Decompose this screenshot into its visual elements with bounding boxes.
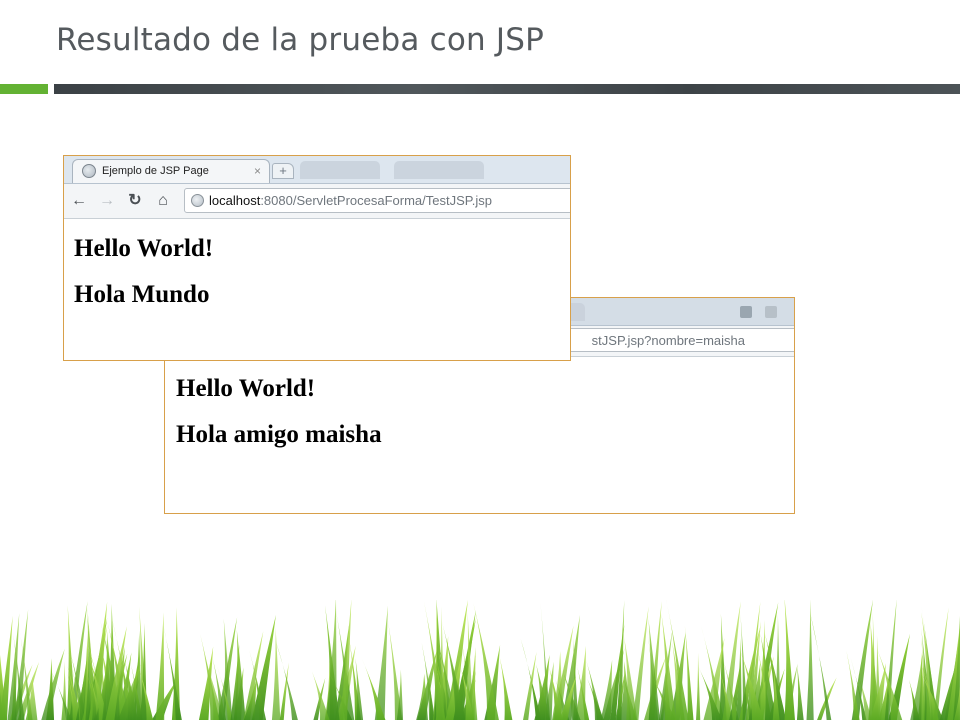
slide-title: Resultado de la prueba con JSP	[56, 22, 545, 58]
heading-hello: Hello World!	[74, 235, 214, 262]
heading-greeting: Hola amigo maisha	[176, 421, 382, 448]
back-arrow-icon[interactable]: ←	[70, 192, 88, 210]
toolbar: ← → ↻ ⌂ localhost:8080/ServletProcesaFor…	[64, 184, 570, 219]
globe-icon	[82, 164, 96, 178]
reload-icon[interactable]: ↻	[126, 192, 144, 210]
close-tab-icon[interactable]: ×	[254, 164, 261, 178]
url-host: localhost	[209, 193, 261, 208]
globe-icon	[191, 194, 204, 207]
background-tab[interactable]	[394, 161, 484, 179]
heading-hello: Hello World!	[176, 375, 316, 402]
new-tab-button[interactable]: +	[272, 163, 294, 179]
extension-icon[interactable]	[740, 306, 752, 318]
accent-bar	[0, 84, 48, 94]
forward-arrow-icon[interactable]: →	[98, 192, 116, 210]
page-content: Hello World! Hola Mundo	[64, 219, 570, 309]
page-content: Hello World! Hola amigo maisha	[165, 357, 794, 449]
background-tab[interactable]	[300, 161, 380, 179]
title-divider-bar	[54, 84, 960, 94]
address-bar[interactable]: localhost:8080/ServletProcesaForma/TestJ…	[184, 188, 570, 213]
grass-decoration	[0, 600, 960, 720]
tab-strip: Ejemplo de JSP Page × +	[64, 156, 570, 184]
browser-window-front: Ejemplo de JSP Page × + ← → ↻ ⌂ localhos…	[63, 155, 571, 361]
url-path: :8080/ServletProcesaForma/TestJSP.jsp	[260, 193, 493, 208]
address-url: stJSP.jsp?nombre=maisha	[591, 333, 745, 348]
tab-active[interactable]: Ejemplo de JSP Page ×	[72, 159, 270, 183]
address-url: localhost:8080/ServletProcesaForma/TestJ…	[209, 193, 492, 208]
menu-icon[interactable]	[765, 306, 777, 318]
home-icon[interactable]: ⌂	[154, 192, 172, 210]
heading-greeting: Hola Mundo	[74, 281, 210, 308]
tab-title: Ejemplo de JSP Page	[102, 165, 209, 177]
